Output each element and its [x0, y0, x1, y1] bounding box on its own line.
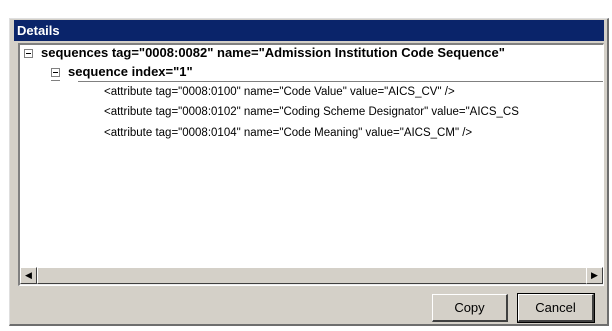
copy-button[interactable]: Copy	[432, 294, 508, 322]
tree-connector-line	[78, 81, 603, 82]
tree-node-attribute[interactable]: <attribute tag="0008:0100" name="Code Va…	[104, 83, 455, 101]
scroll-right-arrow-icon[interactable]: ▶	[586, 267, 603, 284]
tree-view: sequences tag="0008:0082" name="Admissio…	[20, 45, 603, 267]
tree-node-attribute[interactable]: <attribute tag="0008:0104" name="Code Me…	[104, 124, 472, 142]
dialog-title: Details	[14, 20, 604, 41]
collapse-root-toggle-icon[interactable]	[24, 49, 33, 58]
collapse-child-toggle-icon[interactable]	[51, 68, 60, 77]
horizontal-scrollbar[interactable]: ◀ ▶	[20, 267, 603, 285]
details-dialog: Details sequences tag="0008:0082" name="…	[9, 18, 609, 326]
tree-node-attribute[interactable]: <attribute tag="0008:0102" name="Coding …	[104, 103, 519, 121]
details-tree-panel: sequences tag="0008:0082" name="Admissio…	[18, 43, 604, 286]
tree-node-sequences[interactable]: sequences tag="0008:0082" name="Admissio…	[41, 45, 505, 62]
tree-node-sequence-index[interactable]: sequence index="1"	[68, 63, 193, 81]
scrollbar-thumb[interactable]	[37, 267, 587, 284]
tree-connector	[51, 80, 60, 81]
cancel-button[interactable]: Cancel	[517, 293, 595, 323]
scroll-left-arrow-icon[interactable]: ◀	[20, 267, 37, 284]
